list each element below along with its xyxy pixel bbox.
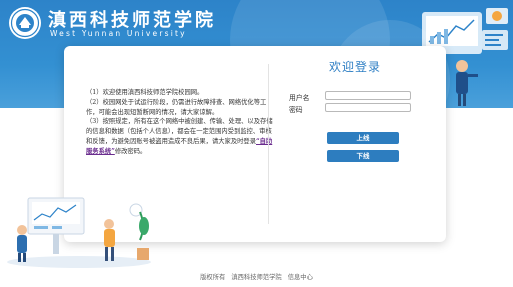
footer-dept: 信息中心 — [287, 274, 313, 281]
notice-item: （1）欢迎使用滇西科技师范学院校园网。 — [86, 89, 204, 96]
footer-illustration — [4, 190, 154, 270]
notice-item: （3）按照规定，所有在这个网络中被创建、传输、处理、以及存储的信息和数据（包括个… — [86, 117, 276, 156]
username-input[interactable] — [325, 91, 411, 100]
username-label: 用户名 — [289, 94, 310, 102]
card-divider — [268, 64, 269, 224]
notice-text: （1）欢迎使用滇西科技师范学院校园网。 （2）校园网处于试运行阶段，仍需进行故障… — [86, 88, 276, 157]
footer-org: 滇西科技师范学院 — [231, 274, 282, 281]
login-title: 欢迎登录 — [328, 60, 381, 74]
school-logo — [8, 6, 42, 40]
school-name-en: West Yunnan University — [50, 29, 187, 38]
footer-copyright: 版权所有 — [200, 274, 226, 281]
login-button[interactable]: 上线 — [327, 132, 399, 144]
password-label: 密码 — [289, 106, 303, 114]
notice-item: （2）校园网处于试运行阶段，仍需进行故障排查、网络优化等工作，可能会出现短暂断网… — [86, 98, 267, 116]
notice-text-segment: 修改密码。 — [114, 147, 147, 155]
footer: 版权所有 滇西科技师范学院 信息中心 — [0, 272, 513, 281]
notice-text-segment: （3）按照规定，所有在这个网络中被创建、传输、处理、以及存储的信息和数据（包括个… — [86, 118, 273, 145]
password-input[interactable] — [325, 103, 411, 112]
logout-button[interactable]: 下线 — [327, 150, 399, 162]
